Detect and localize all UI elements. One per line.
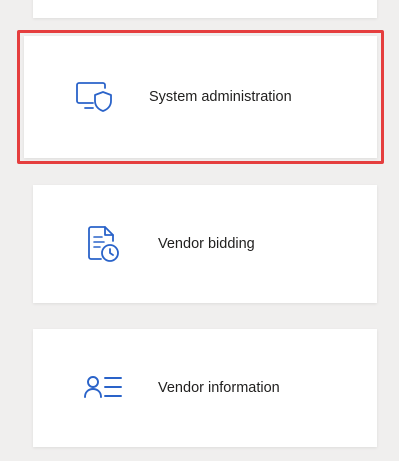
document-clock-icon [83, 224, 123, 264]
vendor-bidding-label: Vendor bidding [158, 236, 255, 252]
person-list-icon [83, 368, 123, 408]
workspace-tile-partial[interactable] [33, 0, 377, 18]
vendor-bidding-tile[interactable]: Vendor bidding [33, 185, 377, 303]
system-administration-label: System administration [149, 89, 292, 105]
monitor-shield-icon [74, 77, 114, 117]
vendor-information-tile[interactable]: Vendor information [33, 329, 377, 447]
system-administration-tile[interactable]: System administration [24, 36, 377, 158]
vendor-information-label: Vendor information [158, 380, 280, 396]
